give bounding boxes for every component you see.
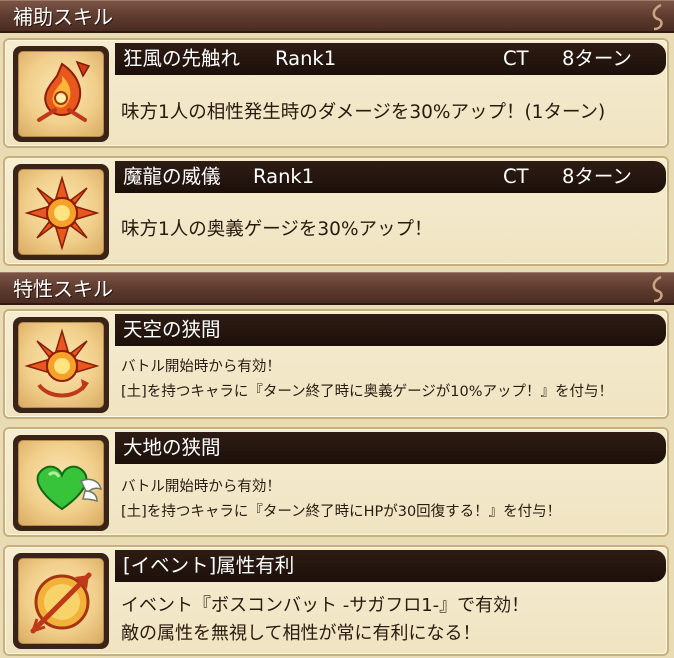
trait-line-1: イベント『ボスコンバット -サガフロ1-』で有効！ [121, 595, 530, 616]
skill-icon-frame [13, 553, 109, 649]
skill-card[interactable]: 狂風の先触れ Rank1 CT 8ターン 味方1人の相性発生時のダメージを30%… [3, 38, 669, 148]
skill-name: 狂風の先触れ [123, 47, 241, 70]
skill-card[interactable]: 魔龍の威儀 Rank1 CT 8ターン 味方1人の奥義ゲージを30%アップ！ [3, 156, 669, 266]
sun-burst-icon [18, 169, 104, 255]
winged-heart-icon [18, 440, 104, 526]
section-header-trait: 特性スキル [0, 272, 674, 305]
trait-card[interactable]: 大地の狭間 バトル開始時から有効！ [土]を持つキャラに『ターン終了時にHPが3… [3, 427, 669, 537]
skill-ct-label: CT [503, 165, 529, 188]
section-title: 補助スキル [13, 5, 113, 29]
skill-name: [イベント]属性有利 [123, 554, 295, 577]
wind-flame-icon [18, 51, 104, 137]
skill-title-bar: [イベント]属性有利 [115, 550, 666, 582]
scroll-curl-icon [652, 275, 663, 303]
skill-description: 味方1人の奥義ゲージを30%アップ！ [121, 219, 433, 240]
sun-burst-arrows-icon [18, 322, 104, 408]
trait-card[interactable]: [イベント]属性有利 イベント『ボスコンバット -サガフロ1-』で有効！ 敵の属… [3, 545, 669, 656]
skill-ct-turns: 8ターン [562, 47, 632, 70]
section-header-support: 補助スキル [0, 0, 674, 33]
section-title: 特性スキル [13, 277, 113, 301]
skill-title-bar: 天空の狭間 [115, 314, 666, 346]
skill-title-bar: 大地の狭間 [115, 432, 666, 464]
skill-title-bar: 魔龍の威儀 Rank1 CT 8ターン [115, 161, 666, 193]
trait-line-2: 敵の属性を無視して相性が常に有利になる！ [121, 623, 481, 644]
skill-ct-label: CT [503, 47, 529, 70]
crossed-arrow-icon [18, 558, 104, 644]
trait-line-1: バトル開始時から有効！ [121, 479, 281, 495]
skill-name: 大地の狭間 [123, 436, 221, 459]
trait-card[interactable]: 天空の狭間 バトル開始時から有効！ [土]を持つキャラに『ターン終了時に奥義ゲー… [3, 309, 669, 419]
trait-line-1: バトル開始時から有効！ [121, 359, 281, 375]
skill-icon-frame [13, 317, 109, 413]
skill-rank: Rank1 [253, 165, 315, 188]
trait-line-2: [土]を持つキャラに『ターン終了時に奥義ゲージが10%アップ！』を付与！ [121, 384, 614, 400]
trait-line-2: [土]を持つキャラに『ターン終了時にHPが30回復する！』を付与！ [121, 504, 562, 520]
scroll-curl-icon [652, 3, 663, 31]
skill-name: 天空の狭間 [123, 318, 221, 341]
skill-description: 味方1人の相性発生時のダメージを30%アップ！(1ターン) [121, 102, 606, 123]
skill-title-bar: 狂風の先触れ Rank1 CT 8ターン [115, 43, 666, 75]
skill-ct-turns: 8ターン [562, 165, 632, 188]
skill-name: 魔龍の威儀 [123, 165, 221, 188]
skill-icon-frame [13, 164, 109, 260]
skill-icon-frame [13, 435, 109, 531]
skill-rank: Rank1 [275, 47, 337, 70]
skill-icon-frame [13, 46, 109, 142]
